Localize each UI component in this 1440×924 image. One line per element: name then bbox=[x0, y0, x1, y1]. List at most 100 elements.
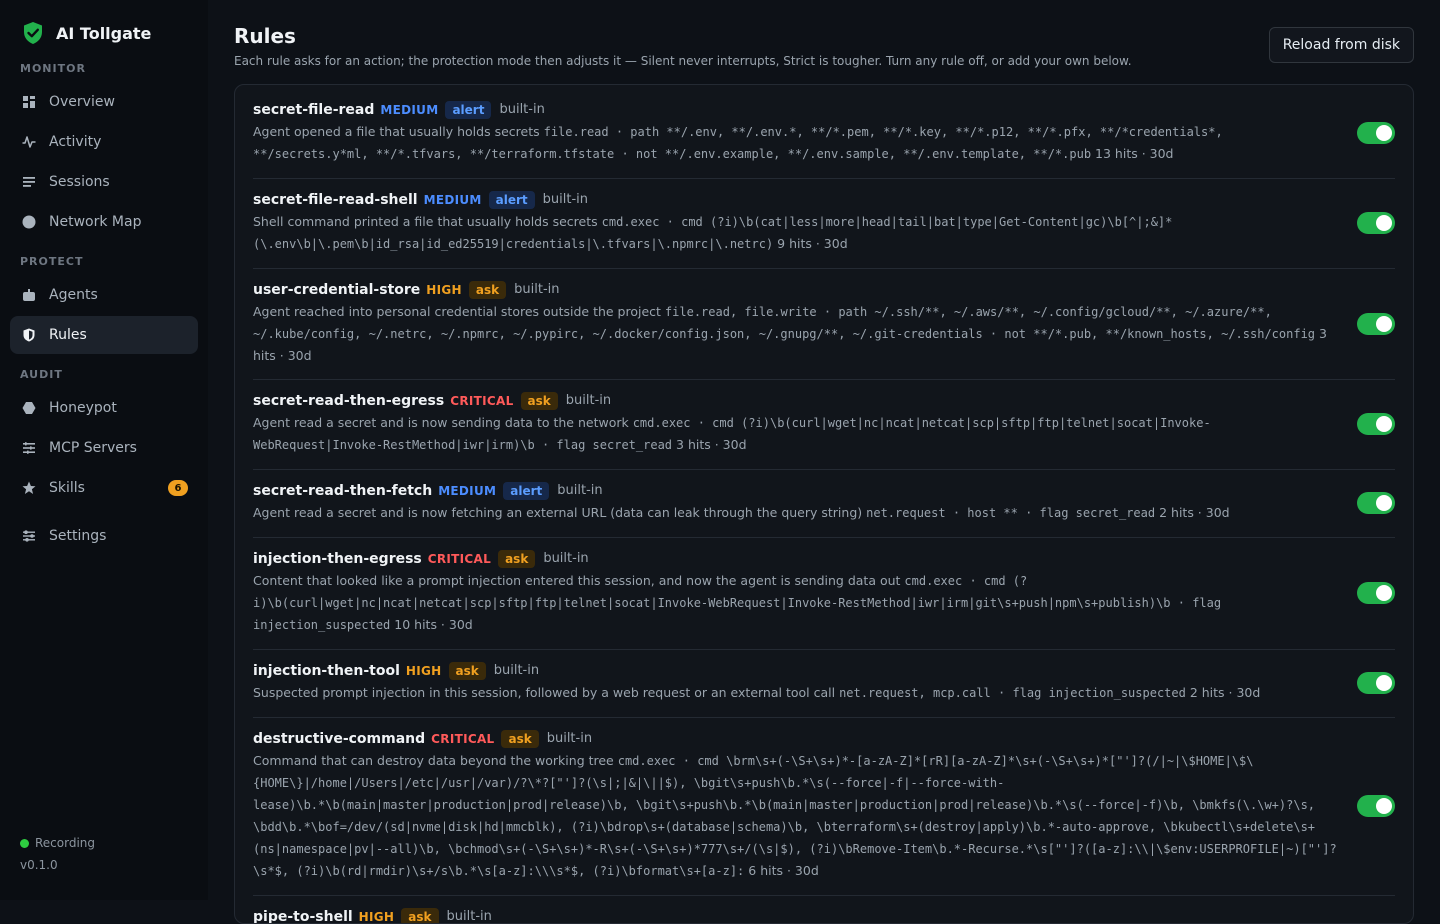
rule-body: secret-read-then-egress CRITICAL ask bui… bbox=[253, 392, 1357, 456]
sidebar-item-agents[interactable]: Agents bbox=[10, 276, 198, 314]
servers-icon bbox=[22, 441, 36, 455]
sidebar: AI Tollgate MONITOR Overview Activity Se… bbox=[0, 0, 208, 900]
rule-stats: 2 hits · 30d bbox=[1189, 685, 1261, 700]
rule-enabled-toggle[interactable] bbox=[1357, 212, 1395, 234]
rule-row: secret-read-then-fetch MEDIUM alert buil… bbox=[253, 470, 1395, 538]
rule-body: injection-then-egress CRITICAL ask built… bbox=[253, 550, 1357, 636]
action-badge: alert bbox=[445, 101, 492, 119]
sidebar-item-mcp-servers[interactable]: MCP Servers bbox=[10, 429, 198, 467]
action-badge: ask bbox=[498, 550, 536, 568]
toggle-knob bbox=[1376, 675, 1392, 691]
toggle-knob bbox=[1376, 416, 1392, 432]
brand[interactable]: AI Tollgate bbox=[0, 18, 208, 48]
sidebar-item-label: Activity bbox=[49, 134, 102, 150]
rule-name: secret-read-then-egress bbox=[253, 393, 445, 409]
origin-label: built-in bbox=[543, 551, 589, 566]
rule-row: injection-then-tool HIGH ask built-in Su… bbox=[253, 650, 1395, 718]
rule-stats: 13 hits · 30d bbox=[1095, 146, 1174, 161]
sidebar-item-label: Rules bbox=[49, 327, 87, 343]
action-badge: ask bbox=[520, 392, 558, 410]
toggle-knob bbox=[1376, 215, 1392, 231]
section-label-audit: AUDIT bbox=[20, 368, 63, 381]
section-label-protect: PROTECT bbox=[20, 255, 84, 268]
rule-enabled-toggle[interactable] bbox=[1357, 492, 1395, 514]
rule-description: Command that can destroy data beyond the… bbox=[253, 753, 614, 768]
sidebar-item-overview[interactable]: Overview bbox=[10, 83, 198, 121]
severity-label: CRITICAL bbox=[431, 732, 495, 746]
rule-enabled-toggle[interactable] bbox=[1357, 672, 1395, 694]
rule-name: user-credential-store bbox=[253, 282, 421, 298]
grid-icon bbox=[22, 95, 36, 109]
sidebar-item-honeypot[interactable]: Honeypot bbox=[10, 389, 198, 427]
sidebar-item-skills[interactable]: Skills 6 bbox=[10, 469, 198, 507]
rules-list: secret-file-read MEDIUM alert built-in A… bbox=[234, 84, 1414, 924]
sidebar-item-settings[interactable]: Settings bbox=[10, 517, 198, 555]
severity-label: MEDIUM bbox=[423, 193, 482, 207]
action-badge: ask bbox=[468, 281, 507, 299]
rule-enabled-toggle[interactable] bbox=[1357, 795, 1395, 817]
rule-row: destructive-command CRITICAL ask built-i… bbox=[253, 718, 1395, 896]
pulse-icon bbox=[22, 135, 36, 149]
sidebar-item-label: Settings bbox=[49, 528, 107, 544]
sidebar-item-rules[interactable]: Rules bbox=[10, 316, 198, 354]
rule-body: destructive-command CRITICAL ask built-i… bbox=[253, 730, 1357, 882]
sidebar-item-sessions[interactable]: Sessions bbox=[10, 163, 198, 201]
toggle-knob bbox=[1376, 585, 1392, 601]
rule-description: Agent opened a file that usually holds s… bbox=[253, 124, 540, 139]
rule-name: secret-read-then-fetch bbox=[253, 483, 433, 499]
severity-label: MEDIUM bbox=[380, 103, 439, 117]
rule-name: pipe-to-shell bbox=[253, 909, 353, 924]
reload-from-disk-button[interactable]: Reload from disk bbox=[1268, 27, 1414, 63]
shield-icon bbox=[22, 328, 36, 342]
rule-enabled-toggle[interactable] bbox=[1357, 312, 1395, 335]
rule-enabled-toggle[interactable] bbox=[1357, 122, 1395, 144]
severity-label: CRITICAL bbox=[427, 552, 492, 566]
rule-stats: 9 hits · 30d bbox=[777, 236, 848, 251]
rule-stats: 10 hits · 30d bbox=[394, 617, 473, 632]
action-badge: alert bbox=[488, 191, 535, 209]
rule-enabled-toggle[interactable] bbox=[1357, 582, 1395, 604]
star-icon bbox=[22, 481, 36, 495]
rule-body: pipe-to-shell HIGH ask built-in bbox=[253, 908, 1395, 924]
sidebar-item-label: Network Map bbox=[49, 214, 142, 230]
origin-label: built-in bbox=[514, 282, 560, 297]
rule-description: Agent read a secret and is now sending d… bbox=[253, 415, 629, 430]
sidebar-item-label: MCP Servers bbox=[49, 440, 137, 456]
rule-match: net.request, mcp.call · flag injection_s… bbox=[839, 686, 1186, 700]
action-badge: ask bbox=[448, 662, 486, 680]
severity-label: HIGH bbox=[426, 283, 462, 297]
rule-description: Agent read a secret and is now fetching … bbox=[253, 505, 863, 520]
version-label: v0.1.0 bbox=[20, 858, 58, 872]
rule-body: user-credential-store HIGH ask built-in … bbox=[253, 281, 1357, 366]
globe-icon bbox=[22, 215, 36, 229]
recording-label: Recording bbox=[35, 836, 96, 850]
rule-row: secret-read-then-egress CRITICAL ask bui… bbox=[253, 380, 1395, 470]
origin-label: built-in bbox=[493, 663, 540, 678]
toggle-knob bbox=[1376, 125, 1392, 141]
skills-count-badge: 6 bbox=[168, 480, 188, 496]
origin-label: built-in bbox=[542, 192, 589, 207]
robot-icon bbox=[22, 288, 36, 302]
sidebar-item-network-map[interactable]: Network Map bbox=[10, 203, 198, 241]
action-badge: ask bbox=[401, 908, 439, 923]
severity-label: HIGH bbox=[405, 664, 442, 678]
origin-label: built-in bbox=[557, 483, 603, 498]
toggle-knob bbox=[1376, 495, 1392, 511]
rule-description: Content that looked like a prompt inject… bbox=[253, 573, 901, 588]
rule-match: cmd.exec · cmd \brm\s+(-\S+\s+)*-[a-zA-Z… bbox=[253, 754, 1337, 878]
sidebar-item-label: Skills bbox=[49, 480, 85, 496]
rule-enabled-toggle[interactable] bbox=[1357, 413, 1395, 435]
action-badge: ask bbox=[501, 730, 539, 748]
origin-label: built-in bbox=[446, 909, 492, 924]
sidebar-item-activity[interactable]: Activity bbox=[10, 123, 198, 161]
shield-check-icon bbox=[24, 22, 42, 44]
rule-stats: 3 hits · 30d bbox=[676, 437, 747, 452]
rule-body: secret-file-read MEDIUM alert built-in A… bbox=[253, 101, 1357, 165]
rule-name: secret-file-read-shell bbox=[253, 192, 418, 208]
toggle-knob bbox=[1376, 798, 1392, 814]
page-title: Rules bbox=[234, 24, 296, 48]
rule-row: user-credential-store HIGH ask built-in … bbox=[253, 269, 1395, 380]
toggle-knob bbox=[1376, 315, 1392, 332]
app-name: AI Tollgate bbox=[56, 23, 152, 43]
origin-label: built-in bbox=[499, 102, 545, 117]
